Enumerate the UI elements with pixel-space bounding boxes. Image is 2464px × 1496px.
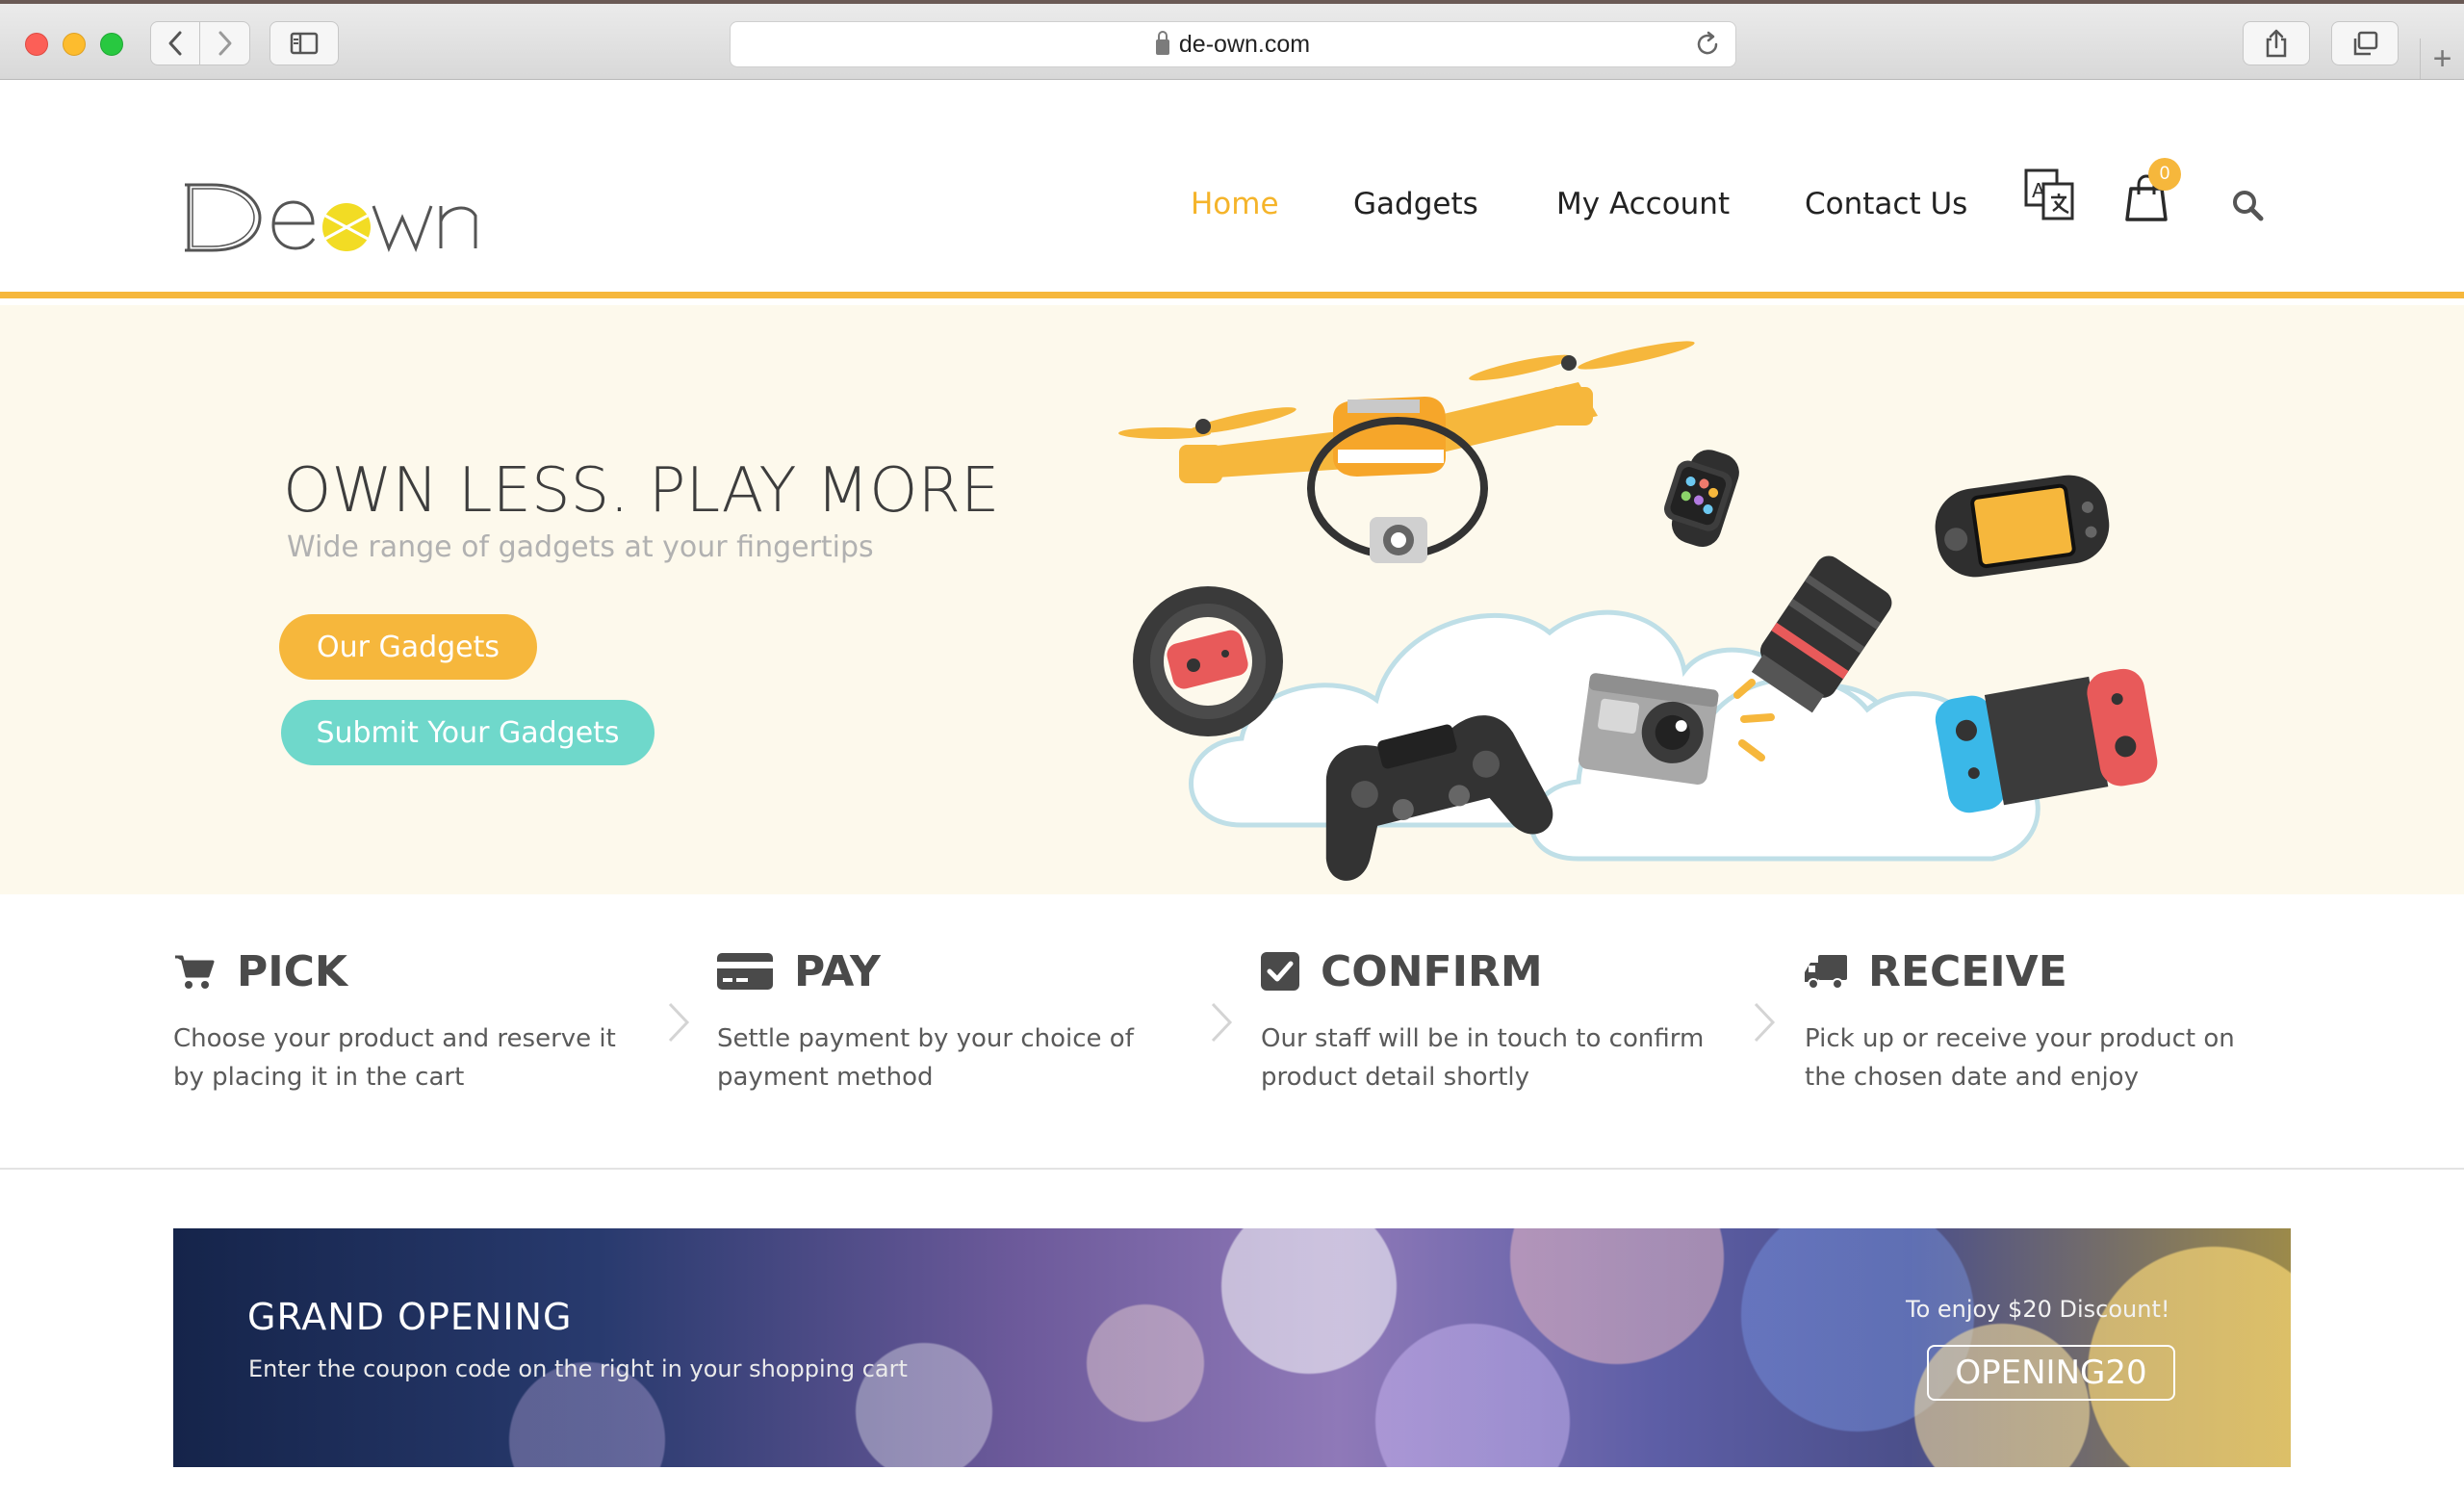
lock-icon bbox=[1155, 31, 1169, 55]
hero-subtitle: Wide range of gadgets at your fingertips bbox=[287, 530, 874, 564]
forward-icon bbox=[218, 31, 231, 56]
coupon-code: OPENING20 bbox=[1927, 1345, 2175, 1401]
step-confirm: CONFIRM Our staff will be in touch to co… bbox=[1261, 942, 1723, 1096]
nav-home[interactable]: Home bbox=[1191, 187, 1279, 221]
step-description: Settle payment by your choice of payment… bbox=[717, 1024, 1134, 1092]
plus-icon: + bbox=[2432, 39, 2452, 77]
submit-gadgets-button[interactable]: Submit Your Gadgets bbox=[281, 700, 654, 765]
tabs-icon bbox=[2353, 31, 2378, 56]
show-tabs-button[interactable] bbox=[2331, 21, 2399, 65]
truck-icon bbox=[1805, 955, 1847, 990]
share-icon bbox=[2266, 29, 2287, 58]
back-button[interactable] bbox=[150, 21, 200, 65]
hero-title: OWN LESS. PLAY MORE bbox=[283, 455, 1000, 527]
step-title: PICK bbox=[237, 946, 348, 996]
share-button[interactable] bbox=[2243, 21, 2310, 65]
racing-wheel-illustration bbox=[1133, 586, 1283, 736]
forward-button[interactable] bbox=[200, 21, 250, 65]
cart-icon bbox=[175, 955, 215, 989]
maximize-window-button[interactable] bbox=[100, 33, 123, 56]
step-title: RECEIVE bbox=[1868, 946, 2067, 996]
cart-count-badge: 0 bbox=[2148, 158, 2181, 191]
search-icon[interactable] bbox=[2231, 189, 2264, 221]
step-pay: PAY Settle payment by your choice of pay… bbox=[717, 942, 1179, 1096]
action-camera-illustration bbox=[1578, 673, 1719, 785]
banner-subtitle: Enter the coupon code on the right in yo… bbox=[248, 1355, 908, 1382]
browser-toolbar: de-own.com + bbox=[0, 0, 2464, 80]
switch-console-illustration bbox=[1935, 668, 2158, 813]
chevron-right-icon bbox=[668, 1002, 690, 1043]
nav-my-account[interactable]: My Account bbox=[1556, 187, 1730, 221]
grand-opening-banner[interactable]: GRAND OPENING Enter the coupon code on t… bbox=[173, 1228, 2291, 1467]
window-border bbox=[0, 0, 2464, 4]
deown-logo[interactable] bbox=[183, 168, 491, 264]
address-bar[interactable]: de-own.com bbox=[730, 21, 1736, 67]
credit-card-icon bbox=[717, 953, 773, 990]
handheld-console-illustration bbox=[1935, 475, 2110, 578]
sidebar-toggle-button[interactable] bbox=[270, 21, 339, 65]
step-description: Pick up or receive your product on the c… bbox=[1805, 1024, 2235, 1092]
step-receive: RECEIVE Pick up or receive your product … bbox=[1805, 942, 2267, 1096]
url-text: de-own.com bbox=[1178, 30, 1311, 58]
banner-title: GRAND OPENING bbox=[247, 1296, 573, 1338]
gadgets-illustration bbox=[1118, 341, 2158, 881]
nav-contact-us[interactable]: Contact Us bbox=[1805, 187, 1967, 221]
chevron-right-icon bbox=[1211, 1002, 1233, 1043]
how-it-works-section: PICK Choose your product and reserve it … bbox=[0, 894, 2464, 1170]
nav-gadgets[interactable]: Gadgets bbox=[1353, 187, 1478, 221]
step-description: Choose your product and reserve it by pl… bbox=[173, 1024, 616, 1092]
new-tab-button[interactable]: + bbox=[2420, 39, 2464, 79]
drone-illustration bbox=[1118, 341, 1695, 563]
site-header: Home Gadgets My Account Contact Us A 0 bbox=[0, 81, 2464, 298]
back-icon bbox=[168, 31, 182, 56]
step-pick: PICK Choose your product and reserve it … bbox=[173, 942, 635, 1096]
hero-section: OWN LESS. PLAY MORE Wide range of gadget… bbox=[0, 305, 2464, 894]
checkbox-icon bbox=[1261, 952, 1299, 991]
step-description: Our staff will be in touch to confirm pr… bbox=[1261, 1024, 1705, 1092]
step-title: CONFIRM bbox=[1321, 946, 1543, 996]
svg-text:A: A bbox=[2032, 179, 2045, 202]
close-window-button[interactable] bbox=[25, 33, 48, 56]
reload-icon[interactable] bbox=[1693, 30, 1722, 59]
translate-icon[interactable]: A bbox=[2024, 168, 2076, 220]
our-gadgets-button[interactable]: Our Gadgets bbox=[279, 614, 537, 680]
step-title: PAY bbox=[794, 946, 881, 996]
minimize-window-button[interactable] bbox=[63, 33, 86, 56]
discount-note: To enjoy $20 Discount! bbox=[1906, 1296, 2170, 1323]
smartwatch-illustration bbox=[1663, 450, 1739, 548]
sidebar-icon bbox=[290, 32, 319, 55]
chevron-right-icon bbox=[1754, 1002, 1776, 1043]
